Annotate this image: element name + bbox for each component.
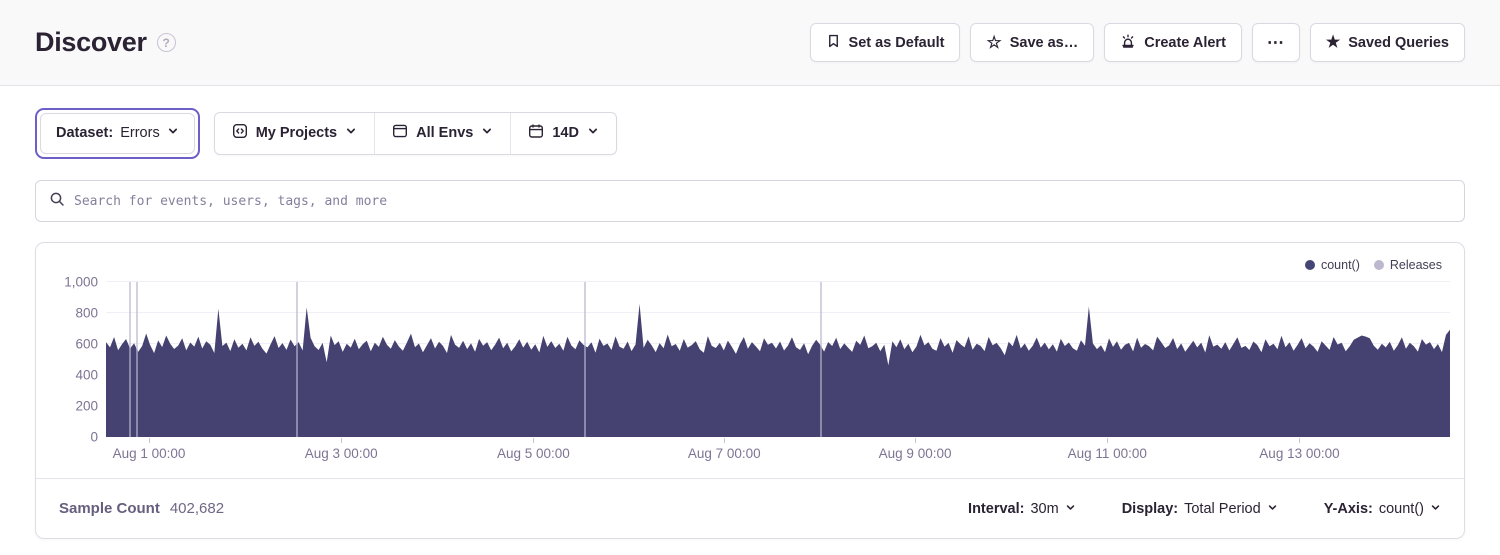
x-axis-tick [724, 438, 725, 443]
page-title: Discover [35, 27, 147, 58]
saved-queries-button[interactable]: ★ Saved Queries [1310, 23, 1465, 62]
sample-count: Sample Count 402,682 [59, 500, 224, 517]
legend-dot [1305, 260, 1315, 270]
x-axis-label: Aug 13 00:00 [1259, 446, 1339, 461]
legend-item-releases[interactable]: Releases [1374, 256, 1442, 274]
legend-dot [1374, 260, 1384, 270]
chart-card: count() Releases 0 200 400 600 800 1,000 Aug 1… [35, 242, 1465, 539]
calendar-icon [528, 123, 544, 143]
x-axis-tick [533, 438, 534, 443]
y-axis-label: 600 [75, 337, 98, 352]
display-dropdown[interactable]: Display: Total Period [1122, 501, 1278, 517]
siren-icon [1120, 33, 1136, 53]
bookmark-icon [826, 33, 841, 53]
x-axis-label: Aug 5 00:00 [497, 446, 570, 461]
chevron-down-icon [1267, 501, 1278, 517]
chevron-down-icon [587, 125, 599, 141]
chevron-down-icon [1065, 501, 1076, 517]
legend-item-count[interactable]: count() [1305, 256, 1360, 274]
y-axis: 02004006008001,000 [48, 282, 106, 437]
y-axis-label: 800 [75, 306, 98, 321]
release-line[interactable] [584, 282, 586, 437]
help-icon[interactable]: ? [157, 33, 176, 52]
x-axis: Aug 1 00:00 Aug 3 00:00 Aug 5 00:00 Aug 7 0… [106, 438, 1450, 464]
dataset-dropdown[interactable]: Dataset: Errors [40, 113, 195, 154]
star-filled-icon: ★ [1326, 35, 1340, 51]
sample-count-value: 402,682 [170, 500, 224, 517]
window-icon [392, 123, 408, 143]
date-range-dropdown[interactable]: 14D [510, 113, 616, 154]
release-line[interactable] [136, 282, 138, 437]
yaxis-dropdown[interactable]: Y-Axis: count() [1324, 501, 1441, 517]
x-axis-label: Aug 7 00:00 [688, 446, 761, 461]
search-input[interactable] [74, 194, 1451, 209]
environment-dropdown[interactable]: All Envs [374, 113, 510, 154]
plot-area[interactable] [106, 282, 1450, 437]
chevron-down-icon [1430, 501, 1441, 517]
x-axis-tick [1299, 438, 1300, 443]
project-icon [232, 123, 248, 143]
search-icon [49, 191, 65, 212]
y-axis-label: 1,000 [64, 275, 98, 290]
release-line[interactable] [820, 282, 822, 437]
release-line[interactable] [129, 282, 131, 437]
x-axis-tick [341, 438, 342, 443]
y-axis-label: 200 [75, 399, 98, 414]
ellipsis-icon: ⋯ [1267, 33, 1285, 53]
star-outline-icon: ☆ [986, 34, 1001, 51]
chevron-down-icon [345, 125, 357, 141]
x-axis-label: Aug 3 00:00 [305, 446, 378, 461]
release-line[interactable] [296, 282, 298, 437]
projects-dropdown[interactable]: My Projects [215, 113, 374, 154]
chart-footer: Sample Count 402,682 Interval: 30m Displ… [36, 478, 1464, 538]
set-as-default-button[interactable]: Set as Default [810, 23, 961, 62]
x-axis-label: Aug 1 00:00 [113, 446, 186, 461]
x-axis-tick [149, 438, 150, 443]
x-axis-label: Aug 11 00:00 [1068, 446, 1147, 461]
more-options-button[interactable]: ⋯ [1252, 23, 1300, 62]
y-axis-label: 0 [90, 430, 98, 445]
header-actions: Set as Default ☆ Save as… Create Alert ⋯… [810, 23, 1465, 62]
filter-row: Dataset: Errors My Projects [35, 107, 1465, 159]
dataset-highlight-outline: Dataset: Errors [35, 108, 200, 159]
save-as-button[interactable]: ☆ Save as… [970, 23, 1094, 62]
x-axis-tick [915, 438, 916, 443]
page-filter-group: My Projects All Envs [214, 112, 617, 155]
x-axis-tick [1107, 438, 1108, 443]
chevron-down-icon [481, 125, 493, 141]
page-header: Discover ? Set as Default ☆ Save as… Cre… [0, 0, 1500, 86]
interval-dropdown[interactable]: Interval: 30m [968, 501, 1076, 517]
chart-legend: count() Releases [48, 256, 1450, 274]
y-axis-label: 400 [75, 368, 98, 383]
count-area-series [106, 282, 1450, 437]
create-alert-button[interactable]: Create Alert [1104, 23, 1242, 62]
search-bar [35, 180, 1465, 222]
chevron-down-icon [167, 125, 179, 141]
x-axis-label: Aug 9 00:00 [879, 446, 952, 461]
